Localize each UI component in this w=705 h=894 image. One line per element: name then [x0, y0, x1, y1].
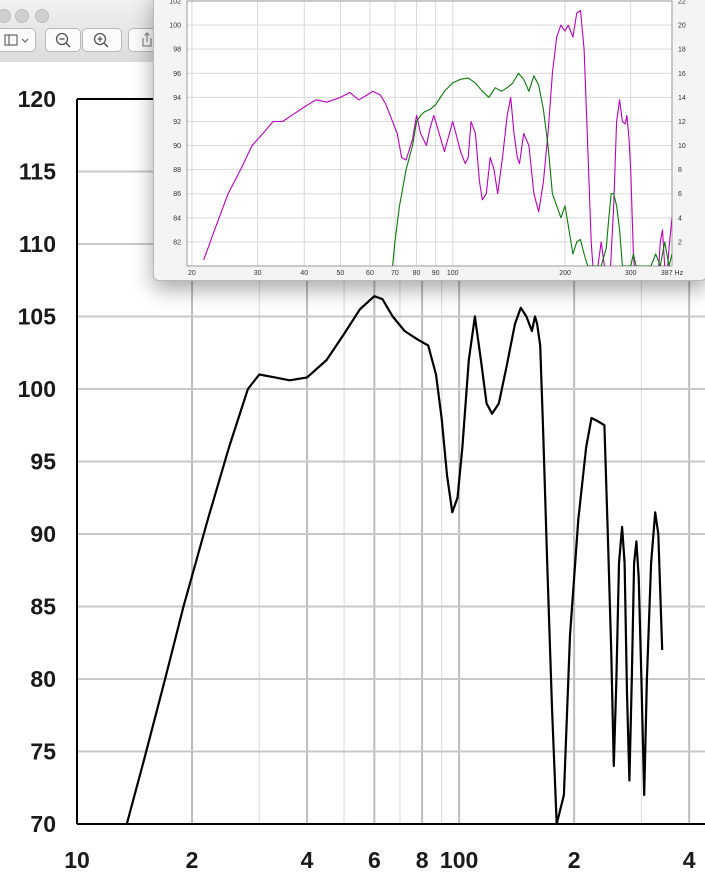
inset-y-right-tick-label: 22: [678, 0, 686, 6]
inset-x-tick-label: 70: [391, 270, 399, 277]
zoom-out-icon: [55, 32, 71, 48]
x-tick-label: 2: [186, 847, 199, 873]
x-tick-label: 2: [568, 847, 581, 873]
inset-y-right-tick-label: 16: [678, 71, 686, 78]
inset-x-tick-label: 20: [188, 270, 196, 277]
x-tick-label: 4: [683, 847, 696, 873]
inset-x-tick-label: 50: [337, 270, 345, 277]
inset-y-right-tick-label: 20: [678, 23, 686, 30]
y-tick-label: 90: [30, 521, 56, 547]
y-tick-label: 80: [30, 666, 56, 692]
inset-y-right-tick-label: 6: [678, 191, 682, 198]
inset-chart-window: 82 84 86 88 90 92 94 96 98 100 102 2 4 6 8 10 12 14 16 18 20…: [153, 0, 705, 281]
x-tick-label: 100: [440, 847, 478, 873]
inset-x-tick-label: 30: [254, 270, 262, 277]
y-tick-label: 120: [18, 86, 56, 112]
y-tick-label: 115: [19, 159, 56, 185]
y-tick-label: 85: [30, 594, 56, 620]
inset-y-left-tick-label: 90: [173, 143, 181, 150]
sidebar-toggle-icon: [4, 34, 29, 46]
inset-x-tick-label: 90: [432, 270, 440, 277]
y-tick-label: 100: [18, 376, 56, 402]
zoom-in-button[interactable]: [82, 28, 122, 52]
y-tick-label: 75: [30, 739, 56, 765]
window-minimize-button[interactable]: [15, 9, 29, 23]
y-tick-label: 110: [19, 231, 56, 257]
inset-y-left-tick-label: 94: [173, 95, 181, 102]
zoom-in-icon: [93, 32, 109, 48]
zoom-out-button[interactable]: [45, 28, 81, 52]
inset-frequency-chart: 82 84 86 88 90 92 94 96 98 100 102 2 4 6 8 10 12 14 16 18 20…: [169, 0, 686, 277]
inset-y-left-tick-label: 92: [173, 119, 181, 126]
inset-plot-background: [187, 1, 672, 266]
inset-y-left-tick-label: 96: [173, 71, 181, 78]
inset-y-left-tick-label: 86: [173, 191, 181, 198]
x-tick-label: 10: [64, 847, 90, 873]
inset-y-left-tick-label: 84: [173, 215, 181, 222]
inset-x-tick-label: 100: [447, 270, 459, 277]
inset-y-left-tick-label: 88: [173, 167, 181, 174]
inset-y-left-tick-label: 100: [169, 23, 181, 30]
inset-y-right-tick-label: 10: [678, 143, 686, 150]
inset-y-right-tick-label: 18: [678, 47, 686, 54]
inset-y-right-tick-label: 4: [678, 215, 682, 222]
x-tick-label: 8: [416, 847, 429, 873]
inset-y-left-tick-label: 98: [173, 47, 181, 54]
window-zoom-button[interactable]: [35, 9, 49, 23]
inset-y-right-tick-label: 14: [678, 95, 686, 102]
y-tick-label: 105: [18, 304, 57, 330]
inset-y-left-tick-label: 102: [169, 0, 181, 6]
inset-y-left-tick-label: 82: [173, 239, 181, 246]
inset-y-right-tick-label: 2: [678, 239, 682, 246]
window-close-button[interactable]: [0, 9, 11, 23]
inset-x-tick-label: 300: [625, 270, 637, 277]
inset-y-right-tick-label: 8: [678, 167, 682, 174]
inset-y-right-tick-label: 12: [678, 119, 686, 126]
sidebar-toggle-button[interactable]: [0, 28, 36, 52]
inset-x-tick-label: 200: [559, 270, 571, 277]
inset-x-tick-label: 387 Hz: [661, 270, 684, 277]
inset-x-tick-label: 80: [413, 270, 421, 277]
y-tick-label: 70: [30, 811, 56, 837]
inset-x-tick-label: 40: [300, 270, 308, 277]
y-tick-label: 95: [30, 449, 56, 475]
x-tick-label: 6: [368, 847, 381, 873]
x-tick-label: 4: [301, 847, 314, 873]
inset-x-tick-label: 60: [366, 270, 374, 277]
